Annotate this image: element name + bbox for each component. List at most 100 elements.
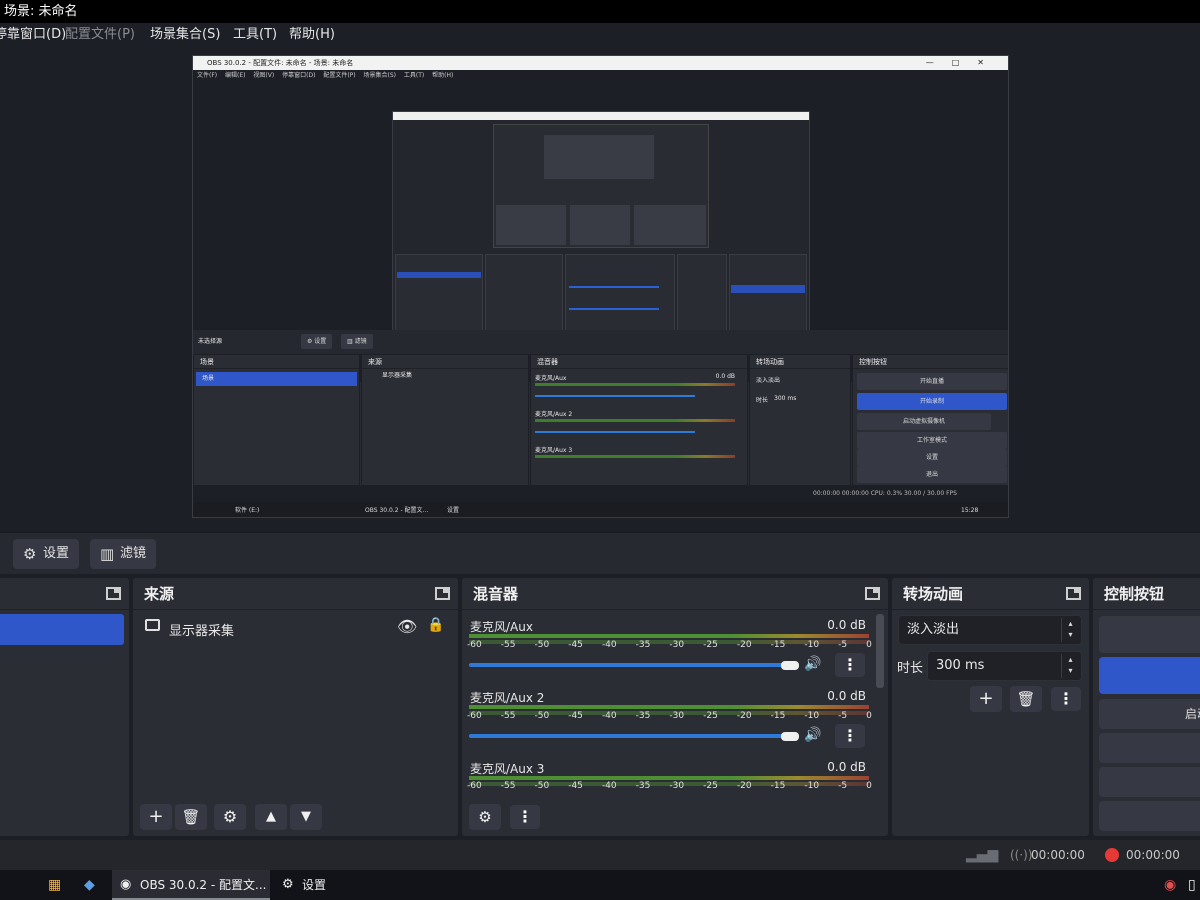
add-transition-button[interactable]: + (970, 686, 1002, 712)
speaker-icon[interactable]: 🔊 (804, 656, 821, 672)
volume-meter (469, 634, 869, 638)
sources-dock-header: 来源 (133, 578, 458, 610)
transition-select[interactable]: 淡入淡出 ▴ ▾ (898, 615, 1082, 645)
start-streaming-button[interactable] (1099, 616, 1200, 653)
source-properties-button[interactable]: ⚙ (214, 804, 246, 830)
filters-button[interactable]: ▥ 滤镜 (90, 539, 157, 569)
mixer-scrollbar[interactable] (876, 614, 884, 688)
mixer-dock: 混音器 麦克风/Aux 0.0 dB -60 -55 -50 -45 -40 -35 -30… (462, 578, 888, 836)
window-title: 场景: 未命名 (0, 0, 1200, 23)
channel-name: 麦克风/Aux 3 (470, 762, 545, 776)
nested-level-2 (392, 111, 810, 349)
menu-scene-collection[interactable]: 场景集合(S) (150, 23, 220, 47)
meter-ticks: -60 -55 -50 -45 -40 -35 -30 -25 -20 -15 -10 -5 0 (467, 711, 872, 721)
menu-help[interactable]: 帮助(H) (289, 23, 335, 47)
scenes-dock (0, 578, 129, 836)
volume-slider-handle[interactable] (781, 661, 799, 670)
filter-icon: ▥ (100, 545, 115, 563)
exit-button[interactable] (1099, 801, 1200, 831)
record-indicator-icon (1105, 848, 1119, 862)
duration-label: 时长 (897, 661, 924, 676)
advanced-audio-button[interactable]: ⚙ (469, 804, 501, 830)
channel-db: 0.0 dB (827, 618, 866, 632)
nested-status: 00:00:00 00:00:00 CPU: 0.3% 30.00 / 30.0… (193, 486, 1008, 502)
nested-scenes-dock: 场景 场景 (193, 354, 360, 486)
store-icon[interactable]: ▦ (48, 870, 61, 900)
stream-status-icon: ((·)) (1010, 848, 1033, 862)
meter-ticks: -60 -55 -50 -45 -40 -35 -30 -25 -20 -15 -10 -5 0 (467, 640, 872, 650)
taskbar-obs[interactable]: ◉ OBS 30.0.2 - 配置文... (112, 870, 270, 900)
remove-transition-button[interactable]: 🗑 (1010, 686, 1042, 712)
start-recording-button[interactable] (1099, 657, 1200, 694)
volume-slider[interactable] (469, 663, 794, 667)
monitor-icon (145, 619, 160, 631)
nested-level-3 (493, 124, 709, 248)
channel-name: 麦克风/Aux 2 (470, 691, 545, 705)
app-icon[interactable]: ◆ (84, 870, 95, 900)
meter-ticks: -60 -55 -50 -45 -40 -35 -30 -25 -20 -15 -10 -5 0 (467, 781, 872, 791)
taskbar: ▦ ◆ ◉ OBS 30.0.2 - 配置文... ⚙ 设置 ◉ ▯ (0, 870, 1200, 900)
spin-arrows-icon: ▴ ▾ (1061, 654, 1079, 678)
nested-transitions-dock: 转场动画 淡入淡出 时长 300 ms (749, 354, 851, 486)
nested-toolbar: 未选择源 ⚙ 设置 ▥ 滤镜 (193, 330, 1008, 354)
move-up-button[interactable]: ▲ (255, 804, 287, 830)
transitions-dock: 转场动画 淡入淡出 ▴ ▾ 时长 300 ms ▴ ▾ + 🗑 ⋮ (892, 578, 1089, 836)
virtual-camera-button[interactable]: 启动 (1099, 699, 1200, 729)
nested-window-buttons: —□✕ (925, 58, 1002, 67)
record-time: 00:00:00 (1126, 848, 1180, 862)
nested-obs-capture: OBS 30.0.2 - 配置文件: 未命名 - 场景: 未命名 —□✕ 文件(… (192, 55, 1009, 518)
move-down-button[interactable]: ▼ (290, 804, 322, 830)
channel-db: 0.0 dB (827, 689, 866, 703)
channel-db: 0.0 dB (827, 760, 866, 774)
menu-tools[interactable]: 工具(T) (233, 23, 277, 47)
channel-menu-button[interactable]: ⋮ (835, 653, 865, 677)
taskbar-settings[interactable]: ⚙ 设置 (274, 870, 354, 900)
lock-icon[interactable]: 🔒 (427, 617, 444, 633)
gear-icon: ⚙ (282, 877, 294, 892)
float-dock-icon[interactable] (106, 587, 121, 600)
chevron-updown-icon: ▴ ▾ (1061, 618, 1079, 642)
volume-meter (469, 776, 869, 780)
menu-dock[interactable]: 停靠窗口(D) (0, 23, 66, 47)
transition-menu-button[interactable]: ⋮ (1051, 687, 1081, 711)
obs-icon: ◉ (120, 877, 132, 892)
controls-dock: 控制按钮 启动 (1093, 578, 1200, 836)
duration-spinbox[interactable]: 300 ms ▴ ▾ (927, 651, 1082, 681)
menu-profile[interactable]: 配置文件(P) (65, 23, 135, 47)
float-dock-icon[interactable] (1066, 587, 1081, 600)
nested-taskbar: 软件 (E:) OBS 30.0.2 - 配置文... 设置 15:28 (193, 502, 1008, 517)
menu-bar: 停靠窗口(D) 配置文件(P) 场景集合(S) 工具(T) 帮助(H) (0, 23, 1200, 47)
studio-mode-button[interactable] (1099, 733, 1200, 763)
sources-dock: 来源 显示器采集 👁 🔒 + 🗑 ⚙ ▲ ▼ (133, 578, 458, 836)
nested-controls-dock: 控制按钮 开始直播 开始录制 启动虚拟摄像机 工作室模式 设置 退出 (852, 354, 1008, 486)
scene-item-selected[interactable] (0, 614, 124, 645)
channel-name: 麦克风/Aux (470, 620, 533, 634)
nested-mixer-dock: 混音器 麦克风/Aux 0.0 dB 麦克风/Aux 2 麦克风/Aux 3 (530, 354, 748, 486)
float-dock-icon[interactable] (865, 587, 880, 600)
settings-control-button[interactable] (1099, 767, 1200, 797)
channel-menu-button[interactable]: ⋮ (835, 724, 865, 748)
nested-title: OBS 30.0.2 - 配置文件: 未命名 - 场景: 未命名 (193, 56, 1008, 70)
device-tray-icon[interactable]: ▯ (1188, 870, 1196, 900)
speaker-icon[interactable]: 🔊 (804, 727, 821, 743)
volume-meter (469, 705, 869, 709)
add-source-button[interactable]: + (140, 804, 172, 830)
source-item[interactable]: 显示器采集 👁 🔒 (133, 614, 458, 642)
settings-button[interactable]: ⚙ 设置 (13, 539, 80, 569)
mixer-menu-button[interactable]: ⋮ (510, 805, 540, 829)
controls-dock-header: 控制按钮 (1093, 578, 1200, 610)
transitions-dock-header: 转场动画 (892, 578, 1089, 610)
nested-sources-dock: 来源 显示器采集 (361, 354, 529, 486)
obs-tray-icon[interactable]: ◉ (1164, 870, 1176, 900)
source-toolbar: ⚙ 设置 ▥ 滤镜 (0, 532, 1200, 574)
remove-source-button[interactable]: 🗑 (175, 804, 207, 830)
signal-bars-icon: ▂▄▆ (966, 847, 999, 863)
gear-icon: ⚙ (23, 545, 37, 563)
status-bar: ▂▄▆ ((·)) 00:00:00 00:00:00 (0, 840, 1200, 870)
volume-slider-handle[interactable] (781, 732, 799, 741)
mixer-dock-header: 混音器 (462, 578, 888, 610)
float-dock-icon[interactable] (435, 587, 450, 600)
stream-time: 00:00:00 (1031, 848, 1085, 862)
eye-icon[interactable]: 👁 (397, 617, 417, 636)
volume-slider[interactable] (469, 734, 794, 738)
